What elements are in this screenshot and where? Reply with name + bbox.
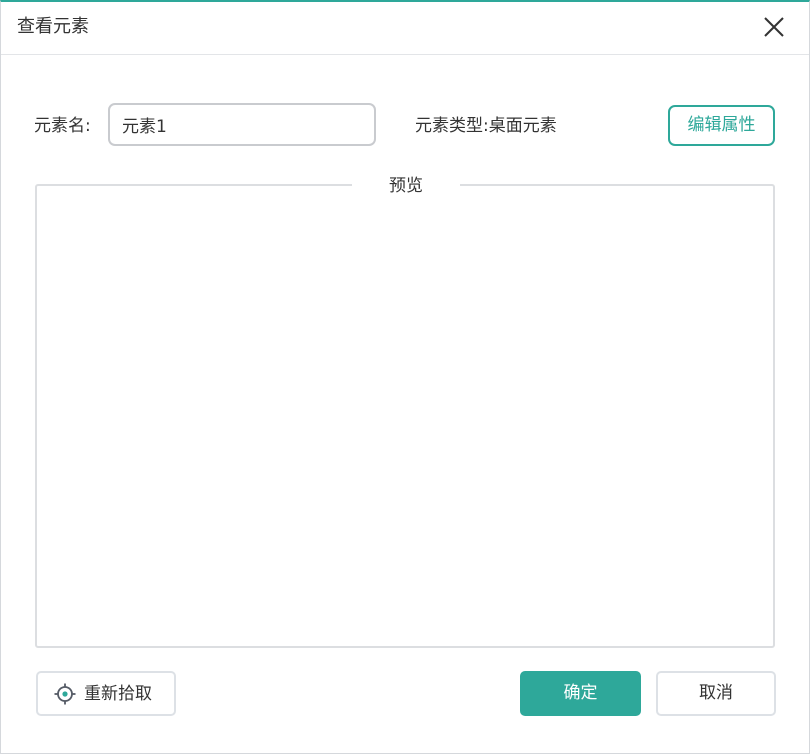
preview-title: 预览 [352, 174, 460, 198]
preview-panel [35, 184, 775, 648]
dialog-title: 查看元素 [17, 16, 89, 37]
cancel-button[interactable]: 取消 [656, 671, 776, 716]
close-button[interactable] [759, 12, 789, 42]
dialog-titlebar: 查看元素 [1, 2, 809, 55]
element-name-input[interactable] [108, 103, 376, 146]
element-name-label: 元素名: [34, 116, 91, 136]
close-icon [764, 17, 784, 37]
ok-button[interactable]: 确定 [520, 671, 641, 716]
repick-label: 重新拾取 [84, 684, 152, 704]
view-element-dialog: 查看元素 元素名: 元素类型:桌面元素 编辑属性 预览 重新拾取 确定 取消 [0, 0, 810, 754]
repick-button[interactable]: 重新拾取 [36, 671, 176, 716]
target-icon [54, 683, 76, 705]
edit-attributes-button[interactable]: 编辑属性 [668, 105, 775, 146]
element-type-label: 元素类型:桌面元素 [415, 116, 557, 136]
